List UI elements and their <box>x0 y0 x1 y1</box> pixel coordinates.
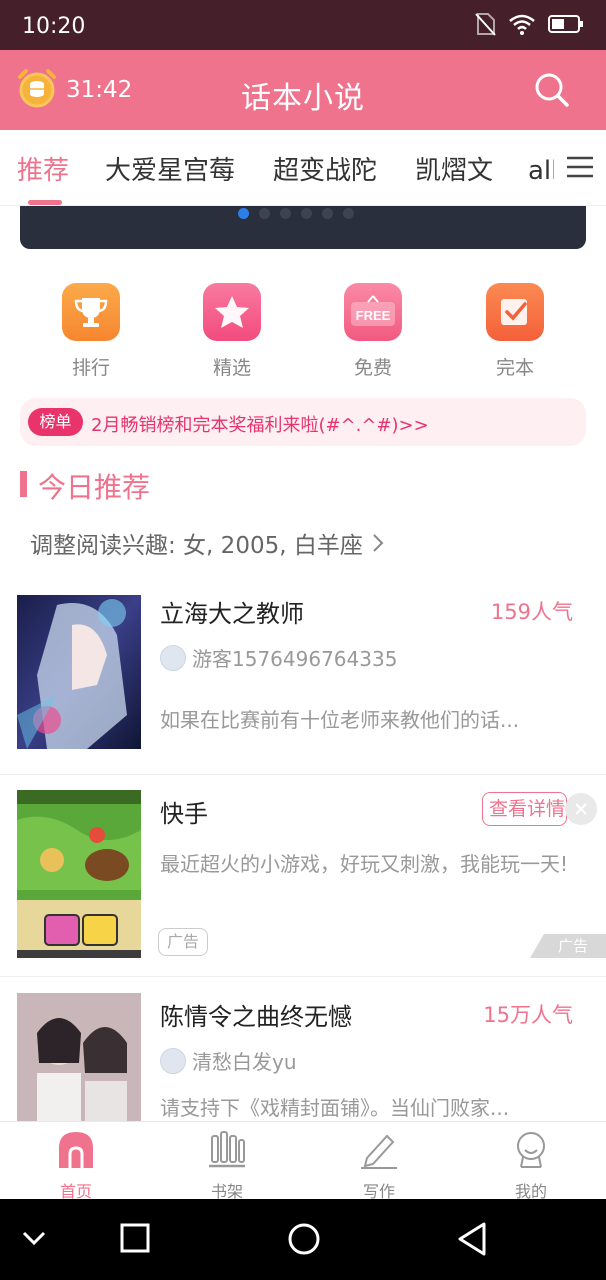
tab-category[interactable]: 超变战陀 <box>273 150 377 187</box>
no-sim-icon <box>475 13 496 36</box>
status-time: 10:20 <box>22 14 86 39</box>
trophy-icon <box>62 283 120 341</box>
quick-link-label: 排行 <box>71 357 110 379</box>
book-author: 清愁白发yu <box>160 1046 297 1075</box>
star-icon <box>203 283 261 341</box>
book-description: 如果在比赛前有十位老师来教他们的话... <box>160 708 520 732</box>
tab-category[interactable]: 凯熠文 <box>415 150 493 187</box>
section-title-bar <box>20 471 27 497</box>
book-card[interactable]: 陈情令之曲终无憾 15万人气 清愁白发yu 请支持下《戏精封面铺》。当仙门败家.… <box>0 977 606 1121</box>
notice-message: 2月畅销榜和完本奖福利来啦(#^.^#)>> <box>91 415 429 436</box>
quick-link-ranking[interactable]: 排行 <box>36 283 146 380</box>
free-icon: FREE <box>344 283 402 341</box>
chevron-down-icon[interactable] <box>20 1227 48 1251</box>
app-bar: 31:42 话本小说 <box>0 50 606 130</box>
book-description: 请支持下《戏精封面铺》。当仙门败家... <box>160 1096 510 1120</box>
free-icon-text: FREE <box>356 308 391 323</box>
book-author: 游客1576496764335 <box>160 643 397 672</box>
active-tab-indicator <box>28 200 62 205</box>
nav-home[interactable]: 首页 <box>36 1130 116 1202</box>
ad-cover <box>17 790 141 958</box>
quick-link-complete[interactable]: 完本 <box>460 283 570 380</box>
system-nav-bar <box>0 1199 606 1280</box>
quick-links: 排行 精选 FREE 免费 完本 <box>0 283 606 383</box>
nav-bookshelf[interactable]: 书架 <box>187 1130 267 1202</box>
carousel-dot <box>259 208 270 219</box>
ad-corner-mark: 广告 <box>530 934 606 958</box>
carousel-indicator <box>238 208 354 219</box>
profile-icon <box>517 1132 545 1168</box>
book-cover <box>17 595 141 749</box>
check-icon <box>486 283 544 341</box>
ad-card[interactable]: 快手 查看详情 最近超火的小游戏，好玩又刺激，我能玩一天! 广告 广告 <box>0 775 606 975</box>
quick-link-label: 精选 <box>212 357 251 379</box>
avatar <box>160 644 186 671</box>
adjust-interest-link[interactable]: 调整阅读兴趣: 女, 2005, 白羊座 <box>30 526 385 560</box>
author-name: 游客1576496764335 <box>192 647 398 671</box>
search-icon[interactable] <box>534 72 570 108</box>
app-title: 话本小说 <box>241 81 365 116</box>
tab-menu-button[interactable] <box>554 142 606 192</box>
nav-me[interactable]: 我的 <box>491 1130 571 1202</box>
status-icons <box>474 12 584 36</box>
banner-carousel[interactable] <box>20 206 586 249</box>
avatar <box>160 1047 186 1074</box>
notice-tag: 榜单 <box>28 408 83 436</box>
pencil-icon <box>361 1134 397 1169</box>
recent-apps-icon[interactable] <box>120 1221 150 1257</box>
book-popularity: 159人气 <box>490 600 573 624</box>
close-icon <box>575 803 587 815</box>
close-ad-button[interactable] <box>565 793 597 825</box>
tab-recommend[interactable]: 推荐 <box>17 150 69 187</box>
book-popularity: 15万人气 <box>483 1003 573 1027</box>
carousel-dot <box>280 208 291 219</box>
status-bar: 10:20 <box>0 0 606 50</box>
carousel-dot <box>343 208 354 219</box>
interest-text: 调整阅读兴趣: 女, 2005, 白羊座 <box>30 533 363 559</box>
quick-link-featured[interactable]: 精选 <box>177 283 287 380</box>
battery-icon <box>548 15 583 33</box>
book-title: 陈情令之曲终无憾 <box>160 1003 352 1031</box>
section-title-text: 今日推荐 <box>38 471 151 504</box>
ad-title: 快手 <box>160 800 208 828</box>
bookshelf-icon <box>209 1131 245 1168</box>
carousel-dot <box>322 208 333 219</box>
quick-link-free[interactable]: FREE 免费 <box>318 283 428 380</box>
bottom-nav: 首页 书架 写作 我的 <box>0 1121 606 1202</box>
author-name: 清愁白发yu <box>192 1050 297 1074</box>
carousel-dot <box>238 208 249 219</box>
chevron-right-icon <box>373 534 384 552</box>
ranking-notice[interactable]: 榜单 2月畅销榜和完本奖福利来啦(#^.^#)>> <box>20 398 586 446</box>
home-icon <box>59 1132 93 1168</box>
book-card[interactable]: 立海大之教师 159人气 游客1576496764335 如果在比赛前有十位老师… <box>0 580 606 770</box>
book-cover <box>17 993 141 1121</box>
carousel-dot <box>301 208 312 219</box>
ad-label: 广告 <box>158 928 208 956</box>
home-button-icon[interactable] <box>286 1221 322 1257</box>
back-icon[interactable] <box>456 1221 488 1257</box>
tab-category[interactable]: 大爱星宫莓 <box>105 150 235 187</box>
wifi-icon <box>509 14 535 35</box>
ad-description: 最近超火的小游戏，好玩又刺激，我能玩一天! <box>160 852 569 876</box>
category-tabs: 推荐 大爱星宫莓 超变战陀 凯熠文 all四 <box>0 130 606 206</box>
nav-write[interactable]: 写作 <box>339 1130 419 1202</box>
book-title: 立海大之教师 <box>160 600 304 628</box>
view-details-button[interactable]: 查看详情 <box>482 792 567 826</box>
quick-link-label: 完本 <box>495 357 534 379</box>
menu-icon <box>567 156 593 178</box>
quick-link-label: 免费 <box>353 357 392 379</box>
